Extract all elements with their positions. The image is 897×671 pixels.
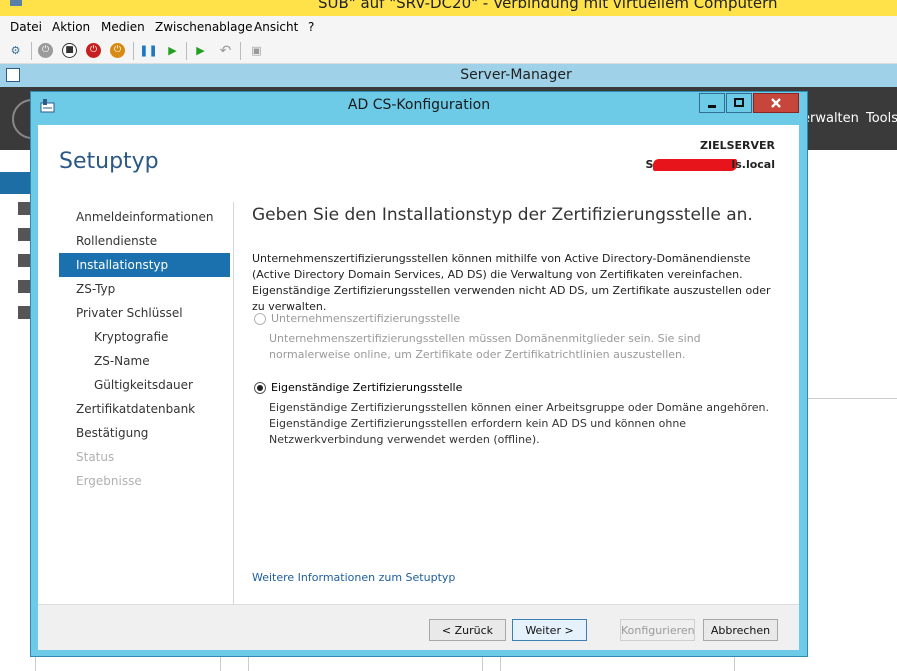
manage-menu[interactable]: erwalten <box>802 111 859 126</box>
dialog-titlebar[interactable]: AD CS-Konfiguration <box>31 92 807 120</box>
nav-item-privater-schluessel[interactable]: Privater Schlüssel <box>59 301 230 325</box>
close-icon <box>771 98 781 108</box>
nav-item-zs-typ[interactable]: ZS-Typ <box>59 277 230 301</box>
radio-standalone[interactable] <box>254 382 266 394</box>
option-enterprise: Unternehmenszertifizierungsstelle Untern… <box>252 311 782 361</box>
maximize-icon <box>734 98 744 107</box>
nav-item-zs-name[interactable]: ZS-Name <box>59 349 230 373</box>
menu-ansicht[interactable]: Ansicht <box>254 20 298 34</box>
vm-titlebar: SUB" auf "SRV-DC20" - Verbindung mit vir… <box>0 0 897 16</box>
redaction-mark <box>653 159 738 171</box>
turn-off-icon[interactable]: ■ <box>62 43 77 58</box>
radio-enterprise-description: Unternehmenszertifizierungsstellen müsse… <box>269 332 701 361</box>
resume-icon[interactable]: ▶ <box>165 43 180 58</box>
radio-standalone-description: Eigenständige Zertifizierungsstellen kön… <box>269 401 769 446</box>
page-title: Setuptyp <box>59 149 159 174</box>
target-server-prefix: S <box>645 158 654 171</box>
vm-toolbar: ⚙ ⏻ ■ ⏻ ⏻ ❚❚ ▶ ▶ ↶ ▣ <box>0 38 897 64</box>
configure-button: Konfigurieren <box>620 619 695 641</box>
menu-datei[interactable]: Datei <box>10 20 42 34</box>
dialog-content: Setuptyp ZIELSERVER Sls.local Anmeldeinf… <box>38 125 799 650</box>
pause-icon[interactable]: ❚❚ <box>139 43 157 58</box>
cancel-button[interactable]: Abbrechen <box>703 619 778 641</box>
more-info-link[interactable]: Weitere Informationen zum Setuptyp <box>252 571 455 584</box>
radio-standalone-label[interactable]: Eigenständige Zertifizierungsstelle <box>271 380 462 396</box>
adcs-config-dialog: AD CS-Konfiguration Setuptyp ZIELSERVER … <box>30 91 808 657</box>
vm-menubar: Datei Aktion Medien Zwischenablage Ansic… <box>0 16 897 38</box>
vm-app-icon <box>10 0 22 6</box>
tile-border <box>734 655 735 671</box>
next-button[interactable]: Weiter > <box>512 619 587 641</box>
target-server-value: Sls.local <box>646 158 775 171</box>
tile-border <box>808 398 897 399</box>
dialog-title: AD CS-Konfiguration <box>347 97 491 113</box>
minimize-button[interactable] <box>699 93 725 113</box>
wizard-nav: Anmeldeinformationen Rollendienste Insta… <box>59 205 230 493</box>
enhanced-session-icon[interactable]: ▣ <box>249 43 264 58</box>
back-button[interactable]: < Zurück <box>429 619 506 641</box>
option-standalone[interactable]: Eigenständige Zertifizierungsstelle Eige… <box>252 380 782 446</box>
revert-icon[interactable]: ↶ <box>218 43 233 58</box>
main-description: Unternehmenszertifizierungsstellen könne… <box>252 252 771 313</box>
nav-item-bestaetigung[interactable]: Bestätigung <box>59 421 230 445</box>
start-icon[interactable]: ⏻ <box>38 43 53 58</box>
nav-item-installationstyp[interactable]: Installationstyp <box>59 253 230 277</box>
nav-item-kryptografie[interactable]: Kryptografie <box>59 325 230 349</box>
close-button[interactable] <box>753 93 799 113</box>
menu-zwischenablage[interactable]: Zwischenablage <box>155 20 252 34</box>
nav-item-anmeldeinformationen[interactable]: Anmeldeinformationen <box>59 205 230 229</box>
nav-item-gueltigkeitsdauer[interactable]: Gültigkeitsdauer <box>59 373 230 397</box>
toolbar-separator <box>133 42 134 60</box>
tile-border <box>248 655 249 671</box>
ctrl-alt-del-icon[interactable]: ⚙ <box>8 43 23 58</box>
nav-item-status: Status <box>76 450 115 464</box>
maximize-button[interactable] <box>726 93 752 113</box>
target-server-label: ZIELSERVER <box>700 139 775 152</box>
main-heading: Geben Sie den Installationstyp der Zerti… <box>252 205 753 225</box>
menu-medien[interactable]: Medien <box>101 20 145 34</box>
shutdown-icon[interactable]: ⏻ <box>86 43 101 58</box>
vm-window-title: SUB" auf "SRV-DC20" - Verbindung mit vir… <box>318 0 778 12</box>
toolbar-separator <box>240 42 241 60</box>
nav-item-zertifikatdatenbank[interactable]: Zertifikatdatenbank <box>59 397 230 421</box>
tile-border <box>500 655 501 671</box>
nav-divider <box>233 202 234 606</box>
nav-item-rollendienste[interactable]: Rollendienste <box>59 229 230 253</box>
menu-help[interactable]: ? <box>308 20 314 34</box>
tile-border <box>220 655 221 671</box>
save-state-icon[interactable]: ⏻ <box>110 43 125 58</box>
menu-aktion[interactable]: Aktion <box>52 20 90 34</box>
tile-border <box>482 655 483 671</box>
tools-menu[interactable]: Tools <box>866 111 897 126</box>
toolbar-separator <box>31 42 32 60</box>
nav-item-ergebnisse: Ergebnisse <box>76 474 142 488</box>
dialog-footer: < Zurück Weiter > Konfigurieren Abbreche… <box>38 604 799 650</box>
radio-enterprise-label: Unternehmenszertifizierungsstelle <box>271 312 461 325</box>
radio-enterprise <box>254 313 266 325</box>
server-manager-title: Server-Manager <box>460 67 572 83</box>
checkpoint-icon[interactable]: ▶ <box>193 43 208 58</box>
target-server-suffix: ls.local <box>731 158 775 171</box>
minimize-icon <box>708 105 716 108</box>
toolbar-separator <box>186 42 187 60</box>
server-manager-titlebar: Server-Manager <box>0 64 897 87</box>
